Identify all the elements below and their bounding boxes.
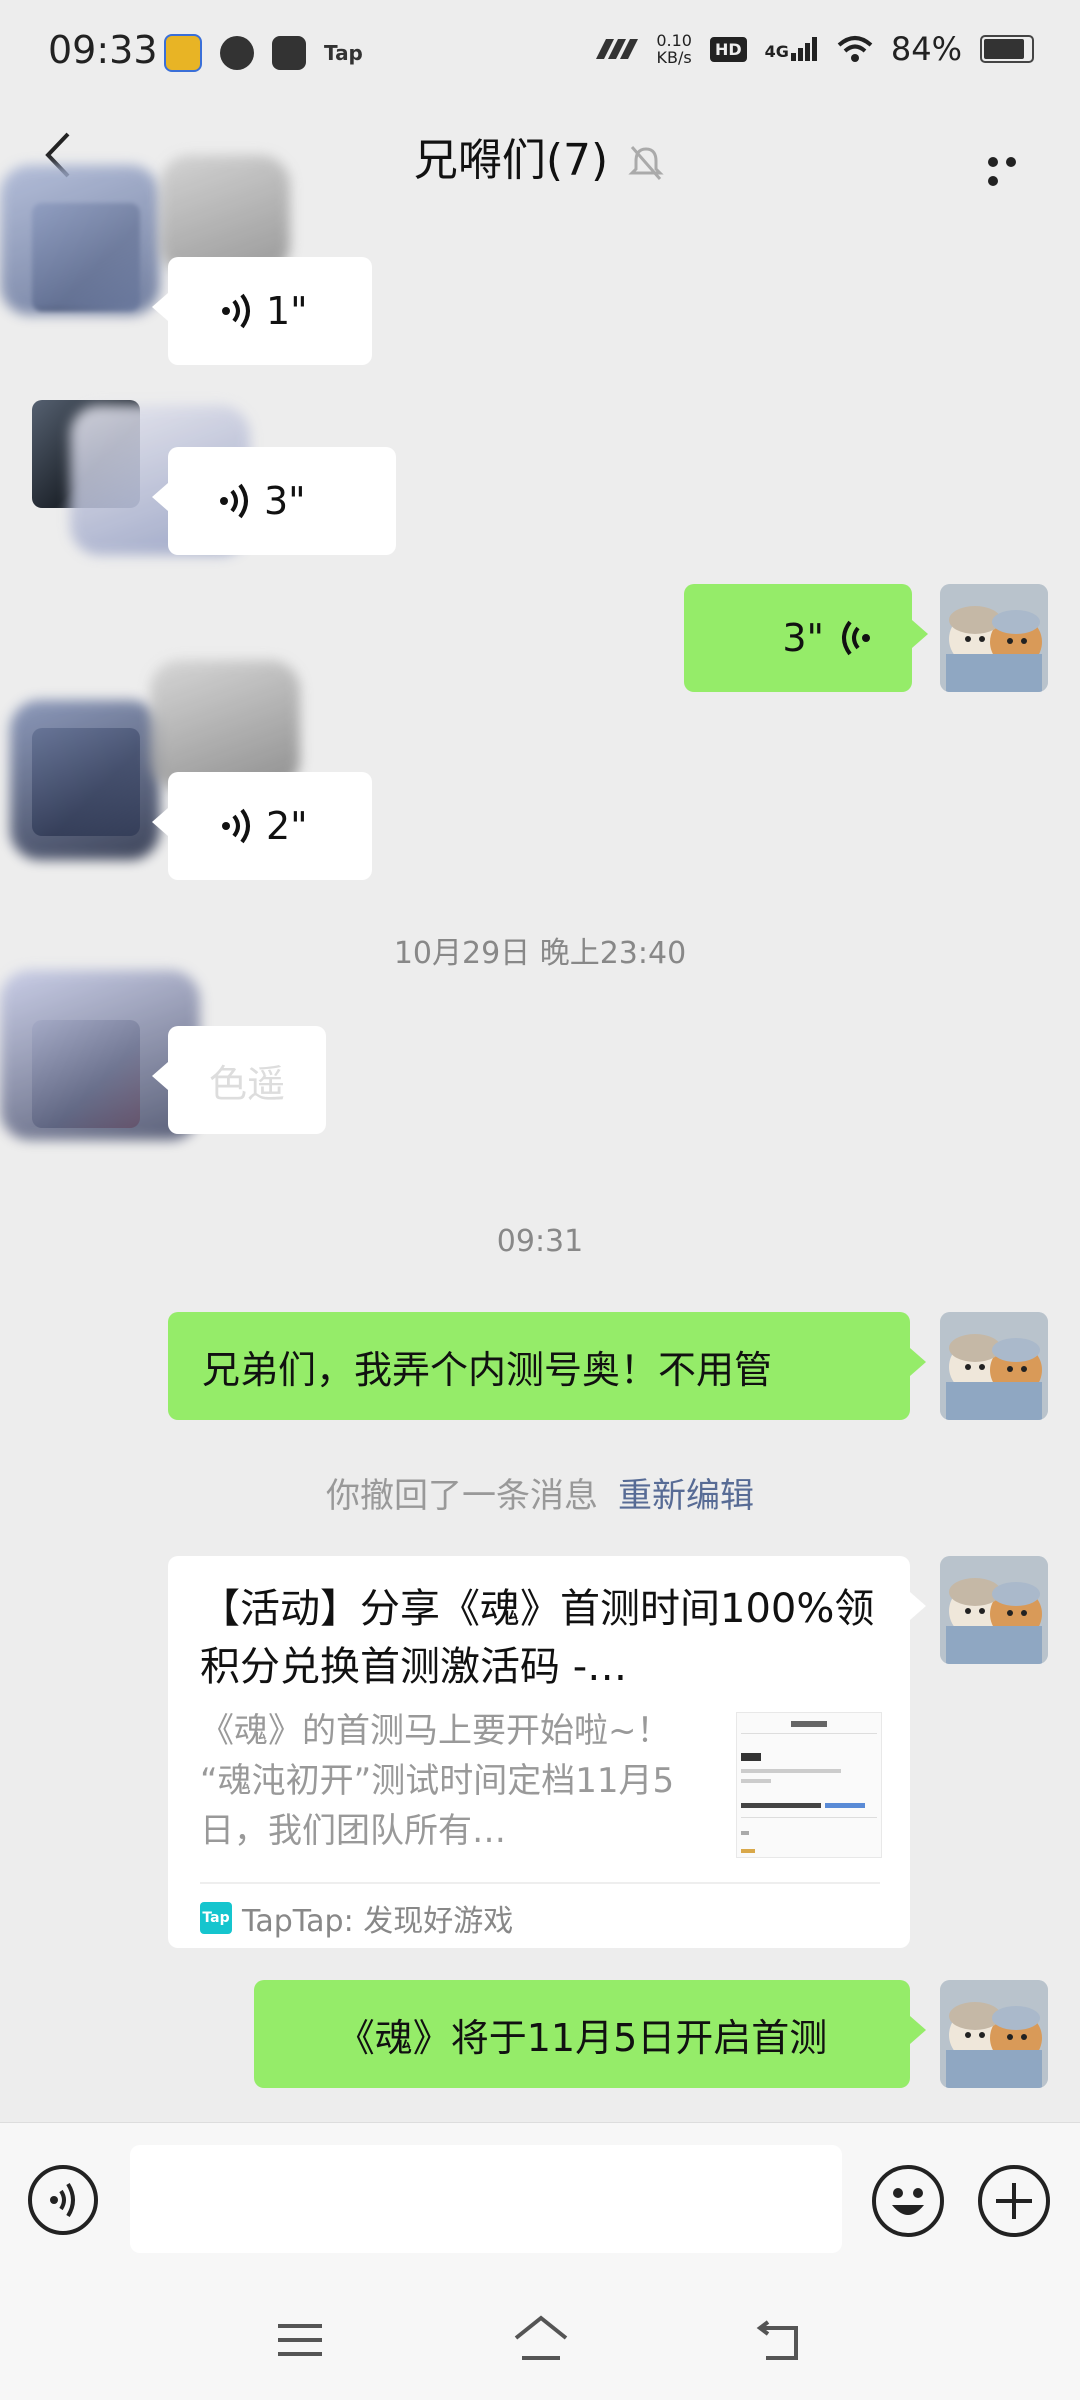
voice-wave-icon [50, 2182, 75, 2218]
avatar-self[interactable] [940, 1312, 1048, 1420]
message-input[interactable] [130, 2145, 842, 2253]
card-source: Tap TapTap: 发现好游戏 [200, 1896, 513, 1940]
menu-icon[interactable] [276, 2320, 324, 2360]
redaction-scribble [10, 700, 160, 860]
system-nav-bar [0, 2282, 1080, 2400]
shiba-dogs-avatar-icon [940, 1980, 1048, 2088]
voice-wave-icon [842, 620, 870, 656]
tap-label: Tap [324, 41, 363, 65]
message-other-1: 1" [0, 155, 372, 365]
text-message-bubble[interactable]: 《魂》将于11月5日开启首测 [254, 1980, 926, 2088]
status-bar: 09:33 Tap 0.10 KB/s HD 4G 84% [0, 0, 1080, 100]
voice-message-bubble[interactable]: 3" [152, 447, 396, 555]
battery-icon [980, 35, 1034, 63]
card-thumbnail [736, 1712, 882, 1858]
avatar-self[interactable] [940, 584, 1048, 692]
voice-input-button[interactable] [28, 2165, 98, 2235]
card-description: 《魂》的首测马上要开始啦~！ “魂沌初开”测试时间定档11月5日，我们团队所有… [200, 1711, 675, 1851]
message-text: 兄弟们，我弄个内测号奥！不用管 [202, 1347, 773, 1392]
taptap-logo-icon: Tap [200, 1902, 232, 1934]
emoji-button[interactable] [872, 2165, 944, 2237]
card-source-text: TapTap: 发现好游戏 [242, 1904, 514, 1939]
re-edit-link[interactable]: 重新编辑 [618, 1476, 754, 1516]
voice-message-bubble[interactable]: 2" [152, 772, 372, 880]
wifi-icon [837, 36, 873, 62]
battery-percent: 84% [890, 30, 962, 68]
speedometer-icon [220, 36, 254, 70]
net-speed: 0.10 KB/s [656, 31, 692, 67]
message-text: 色遥 [208, 1061, 285, 1106]
mute-bell-icon [628, 146, 664, 180]
voice-wave-icon [220, 483, 248, 519]
shiba-dogs-avatar-icon [940, 1556, 1048, 1664]
recall-text: 你撤回了一条消息 [326, 1476, 598, 1516]
inbox-icon [272, 36, 306, 70]
status-right: 0.10 KB/s HD 4G 84% [594, 30, 1034, 68]
shiba-dogs-avatar-icon [940, 1312, 1048, 1420]
text-message-bubble[interactable]: 色遥 [152, 1026, 326, 1134]
message-other-2: 3" [0, 385, 420, 565]
status-time: 09:33 [48, 28, 158, 72]
input-bar [0, 2122, 1080, 2283]
voice-duration: 3" [782, 616, 824, 660]
message-other-4: 色遥 [0, 960, 360, 1180]
card-title: 【活动】分享《魂》首测时间100%领积分兑换首测激活码 -… [200, 1586, 875, 1690]
signal-alt-icon [596, 39, 639, 59]
smiley-icon [892, 2188, 924, 2215]
voice-duration: 3" [264, 479, 306, 523]
cell-signal-icon: 4G [765, 37, 819, 61]
message-self-1: 3" [680, 584, 1050, 694]
voice-duration: 1" [266, 289, 308, 333]
voice-message-bubble[interactable]: 1" [152, 257, 372, 365]
card-divider [200, 1882, 880, 1884]
voice-wave-icon [222, 808, 250, 844]
avatar-self[interactable] [940, 1980, 1048, 2088]
message-self-2: 兄弟们，我弄个内测号奥！不用管 [168, 1312, 1050, 1422]
redaction-scribble [150, 660, 300, 790]
qq-music-icon [164, 34, 202, 72]
back-nav-icon[interactable] [756, 2318, 804, 2362]
voice-duration: 2" [266, 804, 308, 848]
text-message-bubble[interactable]: 兄弟们，我弄个内测号奥！不用管 [168, 1312, 926, 1420]
home-icon[interactable] [512, 2314, 570, 2362]
message-self-3: 《魂》将于11月5日开启首测 [254, 1980, 1050, 2090]
voice-message-bubble[interactable]: 3" [684, 584, 928, 692]
avatar-self[interactable] [940, 1556, 1048, 1664]
recall-notice: 你撤回了一条消息 重新编辑 [0, 1468, 1080, 1517]
plus-icon [996, 2183, 1032, 2219]
message-other-3: 2" [0, 660, 380, 880]
more-options-icon[interactable] [988, 152, 1038, 186]
article-thumbnail-icon [737, 1713, 881, 1857]
status-app-icons: Tap [164, 34, 363, 72]
redaction-scribble [0, 165, 160, 315]
shared-link-card[interactable]: 【活动】分享《魂》首测时间100%领积分兑换首测激活码 -… 《魂》的首测马上要… [168, 1556, 926, 1948]
hd-icon: HD [709, 36, 747, 62]
shiba-dogs-avatar-icon [940, 584, 1048, 692]
voice-wave-icon [222, 293, 250, 329]
more-actions-button[interactable] [978, 2165, 1050, 2237]
chat-timestamp: 09:31 [496, 1224, 584, 1259]
message-text: 《魂》将于11月5日开启首测 [336, 2015, 828, 2060]
